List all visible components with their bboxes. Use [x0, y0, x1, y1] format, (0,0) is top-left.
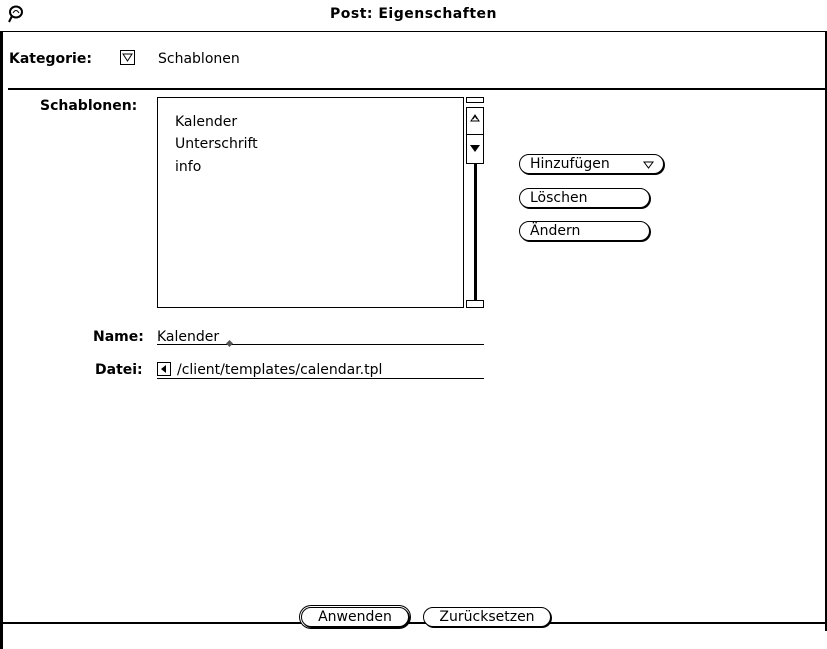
triangle-down-icon	[643, 161, 654, 169]
name-field[interactable]: Kalender	[157, 328, 484, 345]
templates-list[interactable]: Kalender Unterschrift info	[157, 97, 464, 308]
file-value: /client/templates/calendar.tpl	[177, 362, 383, 378]
scrollbar-top-cable-anchor[interactable]	[466, 97, 484, 103]
apply-button[interactable]: Anwenden	[301, 607, 409, 627]
edit-button[interactable]: Ändern	[519, 221, 650, 241]
name-value: Kalender	[157, 329, 220, 345]
window-border-left	[0, 31, 3, 649]
category-label: Kategorie:	[9, 51, 92, 67]
delete-button[interactable]: Löschen	[519, 188, 650, 208]
name-label: Name:	[93, 329, 144, 345]
scrollbar-elevator[interactable]	[466, 107, 484, 164]
add-button[interactable]: Hinzufügen	[519, 154, 664, 174]
list-item[interactable]: Unterschrift	[175, 136, 258, 152]
list-item[interactable]: Kalender	[175, 114, 237, 130]
add-button-label: Hinzufügen	[530, 156, 610, 172]
file-scroll-left-button[interactable]	[157, 362, 171, 376]
window-border-bottom	[0, 622, 827, 624]
category-menu-button[interactable]	[120, 50, 135, 65]
templates-label: Schablonen:	[40, 98, 138, 114]
file-label: Datei:	[95, 362, 143, 378]
window-title: Post: Eigenschaften	[329, 6, 497, 22]
reset-button[interactable]: Zurücksetzen	[423, 607, 551, 627]
scrollbar-cable[interactable]	[474, 164, 477, 300]
triangle-down-icon	[122, 53, 133, 62]
text-caret-icon	[226, 340, 233, 347]
scrollbar-elevator-divider	[466, 134, 484, 135]
category-separator	[8, 88, 827, 90]
scroll-left-icon	[161, 365, 166, 373]
scroll-down-icon[interactable]	[467, 135, 483, 163]
scroll-up-icon[interactable]	[467, 108, 483, 132]
scrollbar-bottom-cable-anchor[interactable]	[466, 300, 484, 308]
list-item[interactable]: info	[175, 159, 201, 175]
category-value: Schablonen	[158, 51, 240, 67]
